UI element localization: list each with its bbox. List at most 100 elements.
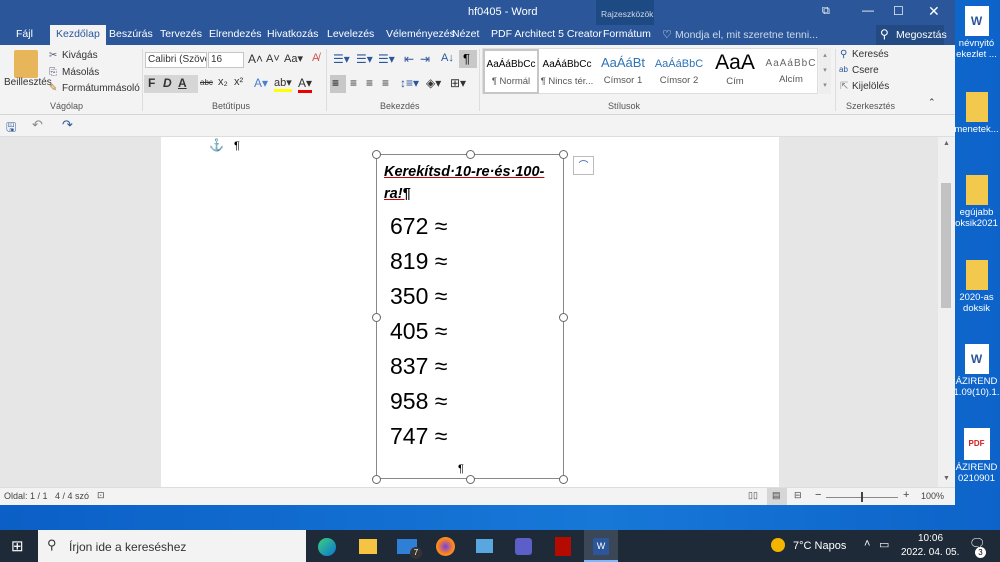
bold-button[interactable]: F [148, 76, 155, 90]
resize-handle[interactable] [559, 150, 568, 159]
scroll-down-icon[interactable]: ▼ [943, 475, 950, 482]
teams-icon[interactable] [515, 538, 532, 555]
copy-button[interactable]: Másolás [62, 67, 99, 78]
show-formatting-button[interactable]: ¶ [459, 50, 477, 68]
windows-start-icon[interactable]: ⊞ [11, 537, 24, 555]
file-explorer-icon[interactable] [359, 539, 377, 554]
layout-options-icon[interactable]: ⌒ [573, 156, 594, 175]
tab-insert[interactable]: Beszúrás [109, 28, 153, 40]
grow-font-icon[interactable]: A˄ [248, 52, 263, 66]
tab-view[interactable]: Nézet [452, 28, 479, 40]
read-mode-icon[interactable]: ▯▯ [748, 490, 758, 501]
print-layout-button[interactable]: ▤ [767, 488, 787, 505]
resize-handle[interactable] [372, 475, 381, 484]
web-layout-icon[interactable]: ⊟ [794, 490, 802, 501]
style-normal[interactable]: AaÁáBbCc ¶ Normál [483, 49, 539, 94]
resize-handle[interactable] [372, 150, 381, 159]
tab-pdf-architect[interactable]: PDF Architect 5 Creator [491, 28, 602, 40]
decrease-indent-icon[interactable]: ⇤ [404, 52, 414, 66]
resize-handle[interactable] [559, 475, 568, 484]
desktop-icon-folder[interactable]: 2020-as doksik [953, 260, 1000, 314]
acrobat-icon[interactable] [555, 537, 571, 556]
resize-handle[interactable] [372, 313, 381, 322]
bullets-icon[interactable]: ☰▾ [333, 52, 350, 66]
document-page[interactable]: ⚓ ¶ Kerekítsd·10-re·és·100-ra!¶ 672 ≈ 81… [161, 137, 779, 487]
proofing-icon[interactable]: ⊡ [97, 490, 105, 501]
scroll-up-icon[interactable]: ▲ [943, 140, 950, 147]
style-subtitle[interactable]: AaÁáBbC Alcím [763, 49, 819, 94]
sort-icon[interactable]: A↓ [441, 52, 454, 64]
clock-date[interactable]: 2022. 04. 05. [901, 547, 959, 558]
resize-handle[interactable] [559, 313, 568, 322]
tab-design[interactable]: Tervezés [160, 28, 202, 40]
word-count[interactable]: 4 / 4 szó [55, 491, 89, 501]
tab-home[interactable]: Kezdőlap [50, 25, 106, 45]
text-box[interactable]: Kerekítsd·10-re·és·100-ra!¶ 672 ≈ 819 ≈ … [372, 150, 568, 484]
network-icon[interactable]: ▭ [879, 538, 889, 551]
collapse-ribbon-icon[interactable]: ⌃ [928, 97, 936, 108]
desktop-icon-folder[interactable]: egújabb oksik2021 [953, 175, 1000, 229]
zoom-level[interactable]: 100% [921, 491, 944, 501]
numbering-icon[interactable]: ☰▾ [356, 52, 373, 66]
firefox-icon[interactable] [436, 537, 455, 556]
cut-button[interactable]: Kivágás [62, 50, 98, 61]
format-painter-button[interactable]: Formátummásoló [62, 83, 140, 94]
zoom-in-button[interactable]: + [903, 489, 909, 501]
desktop-icon-word-doc[interactable]: W ÁZIREND 1.09(10).1. [953, 344, 1000, 398]
tab-format[interactable]: Formátum [603, 28, 651, 40]
change-case-icon[interactable]: Aa▾ [284, 52, 303, 65]
close-button[interactable]: ✕ [928, 3, 940, 20]
ribbon-display-options-icon[interactable]: ⧉ [822, 5, 830, 18]
page-count[interactable]: Oldal: 1 / 1 [4, 491, 48, 501]
style-heading-2[interactable]: AaÁáBbC Címsor 2 [651, 49, 707, 94]
clear-formatting-icon[interactable]: A̸ [312, 52, 319, 64]
clock-time[interactable]: 10:06 [912, 533, 949, 544]
word-taskbar-button[interactable]: W [584, 530, 618, 562]
resize-handle[interactable] [466, 150, 475, 159]
tab-references[interactable]: Hivatkozás [267, 28, 318, 40]
font-size-select[interactable]: 16 [208, 52, 244, 68]
borders-icon[interactable]: ⊞▾ [450, 76, 466, 90]
highlight-icon[interactable]: ab▾ [274, 76, 292, 92]
resize-handle[interactable] [466, 475, 475, 484]
align-center-icon[interactable]: ≡ [350, 76, 357, 90]
tray-chevron-icon[interactable]: ˄ [864, 538, 870, 550]
redo-icon[interactable]: ↷ [62, 117, 73, 133]
multilevel-list-icon[interactable]: ☰▾ [378, 52, 395, 66]
strikethrough-icon[interactable]: abc [200, 78, 213, 87]
edge-icon[interactable] [318, 538, 336, 556]
paste-icon[interactable] [14, 50, 38, 78]
zoom-slider-thumb[interactable] [861, 492, 863, 502]
align-right-icon[interactable]: ≡ [366, 76, 373, 90]
italic-button[interactable]: D [163, 76, 172, 90]
desktop-icon-folder[interactable]: menetek... [953, 92, 1000, 135]
maximize-button[interactable]: ☐ [893, 4, 904, 18]
desktop-icon-pdf[interactable]: PDF ÁZIREND 0210901 [953, 428, 1000, 484]
align-left-button[interactable]: ≡ [330, 75, 346, 93]
replace-button[interactable]: Csere [852, 65, 879, 76]
subscript-icon[interactable]: x₂ [218, 76, 228, 88]
font-color-icon[interactable]: A▾ [298, 76, 313, 93]
style-title[interactable]: AaA Cím [707, 49, 763, 94]
tab-file[interactable]: Fájl [16, 28, 33, 40]
font-name-select[interactable]: Calibri (Szöve [145, 52, 207, 68]
vertical-scrollbar[interactable]: ▲ ▼ [938, 137, 955, 487]
shading-icon[interactable]: ◈▾ [426, 76, 441, 90]
line-spacing-icon[interactable]: ↕≡▾ [400, 76, 419, 90]
zoom-out-button[interactable]: − [815, 489, 821, 501]
style-no-spacing[interactable]: AaÁáBbCc ¶ Nincs tér... [539, 49, 595, 94]
shrink-font-icon[interactable]: A˅ [266, 53, 280, 65]
find-button[interactable]: Keresés [852, 49, 889, 60]
increase-indent-icon[interactable]: ⇥ [420, 52, 430, 66]
save-icon[interactable]: 🖫 [6, 118, 16, 139]
minimize-button[interactable]: — [862, 3, 874, 17]
paste-button[interactable]: Beillesztés [4, 77, 52, 88]
superscript-icon[interactable]: x² [234, 76, 243, 88]
scroll-thumb[interactable] [941, 183, 951, 308]
text-effects-icon[interactable]: A▾ [254, 76, 268, 90]
share-button[interactable]: ⚲ Megosztás [876, 25, 947, 45]
underline-button[interactable]: A [178, 76, 187, 90]
control-panel-icon[interactable] [476, 539, 493, 553]
taskbar-search[interactable]: ⚲ Írjon ide a kereséshez [38, 530, 306, 562]
desktop-icon-word-doc[interactable]: Wnévnyitó ekezlet ... [953, 6, 1000, 60]
